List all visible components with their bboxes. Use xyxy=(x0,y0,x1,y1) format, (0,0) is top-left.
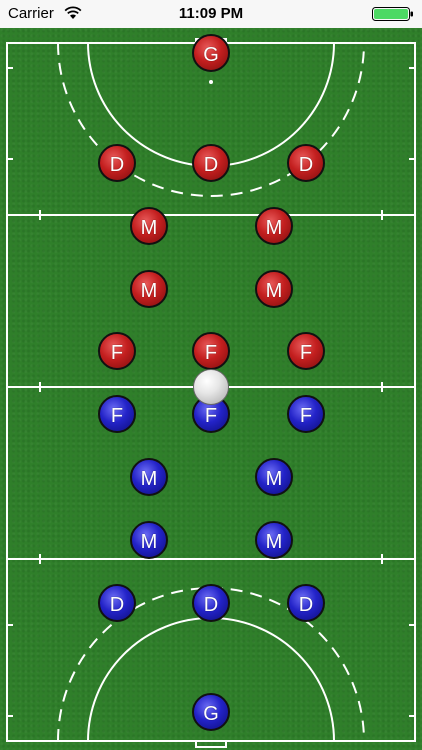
red-midfielder-1[interactable]: M xyxy=(130,207,168,245)
red-forward-left[interactable]: F xyxy=(98,332,136,370)
red-forward-center[interactable]: F xyxy=(192,332,230,370)
red-defender-right[interactable]: D xyxy=(287,144,325,182)
red-midfielder-2[interactable]: M xyxy=(255,207,293,245)
blue-midfielder-1[interactable]: M xyxy=(130,458,168,496)
hockey-field: G D D D M M M M F F F F F F M M M M D D … xyxy=(0,28,422,750)
battery-icon xyxy=(372,7,413,21)
blue-goalkeeper[interactable]: G xyxy=(192,693,230,731)
red-defender-center[interactable]: D xyxy=(192,144,230,182)
red-goalkeeper[interactable]: G xyxy=(192,34,230,72)
blue-forward-left[interactable]: F xyxy=(98,395,136,433)
red-midfielder-4[interactable]: M xyxy=(255,270,293,308)
red-defender-left[interactable]: D xyxy=(98,144,136,182)
status-bar: Carrier 11:09 PM xyxy=(0,0,422,28)
red-midfielder-3[interactable]: M xyxy=(130,270,168,308)
red-forward-right[interactable]: F xyxy=(287,332,325,370)
blue-midfielder-4[interactable]: M xyxy=(255,521,293,559)
blue-defender-center[interactable]: D xyxy=(192,584,230,622)
blue-forward-right[interactable]: F xyxy=(287,395,325,433)
blue-defender-right[interactable]: D xyxy=(287,584,325,622)
clock: 11:09 PM xyxy=(178,5,244,22)
ball[interactable] xyxy=(193,369,229,405)
blue-midfielder-2[interactable]: M xyxy=(255,458,293,496)
bottom-goal xyxy=(195,740,227,748)
top-penalty-spot xyxy=(209,80,213,84)
blue-midfielder-3[interactable]: M xyxy=(130,521,168,559)
blue-defender-left[interactable]: D xyxy=(98,584,136,622)
